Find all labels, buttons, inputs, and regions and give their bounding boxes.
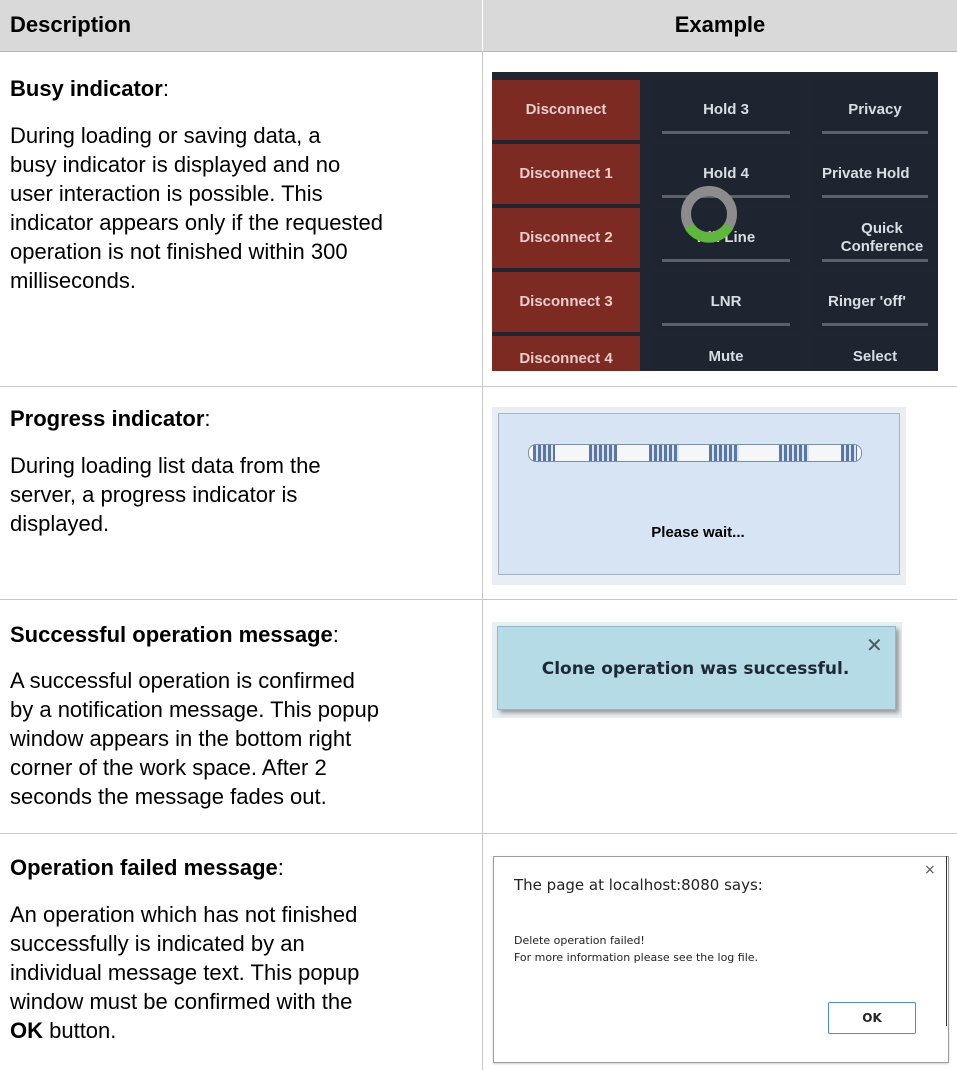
key-private-hold[interactable]: Private Hold <box>812 144 938 204</box>
column-divider <box>482 51 483 1070</box>
progress-label: Please wait... <box>651 524 745 541</box>
body-line: milliseconds. <box>10 268 136 293</box>
key-disconnect-1[interactable]: Disconnect 1 <box>492 144 640 204</box>
key-mute[interactable]: Mute <box>652 336 800 371</box>
row-title-text: Progress indicator <box>10 406 205 431</box>
body-line: window must be confirmed with the <box>10 989 353 1014</box>
success-message: Clone operation was successful. <box>541 659 850 679</box>
body-line: busy indicator is displayed and no <box>10 152 341 177</box>
dialog-message-line-2: For more information please see the log … <box>514 951 759 964</box>
busy-spinner-icon <box>681 186 737 243</box>
row-title-success: Successful operation message: <box>10 622 339 647</box>
body-line: seconds the message fades out. <box>10 784 327 809</box>
key-disconnect-2[interactable]: Disconnect 2 <box>492 208 640 268</box>
close-icon[interactable]: ✕ <box>866 633 883 657</box>
key-privacy[interactable]: Privacy <box>812 80 938 140</box>
close-icon[interactable]: × <box>924 862 936 878</box>
progress-bar <box>528 444 862 462</box>
key-ringer-off[interactable]: Ringer 'off' <box>812 272 938 332</box>
body-line: by a notification message. This popup <box>10 697 379 722</box>
body-line: A successful operation is confirmed <box>10 668 355 693</box>
row-title-text: Busy indicator <box>10 76 163 101</box>
header-example: Example <box>674 12 766 37</box>
body-line-last: OK button. <box>10 1016 475 1045</box>
row-divider <box>0 833 957 834</box>
body-line: operation is not finished within 300 <box>10 239 348 264</box>
row-divider <box>0 386 957 387</box>
ok-emphasis: OK <box>10 1018 43 1043</box>
header-description-cell: Description <box>0 0 482 52</box>
header-example-cell: Example <box>483 0 957 52</box>
row-title-failed: Operation failed message: <box>10 855 284 880</box>
body-line: corner of the work space. After 2 <box>10 755 327 780</box>
row-title-busy: Busy indicator: <box>10 76 169 101</box>
body-line: indicator appears only if the requested <box>10 210 384 235</box>
dialog-edge <box>946 856 947 1026</box>
key-disconnect-4[interactable]: Disconnect 4 <box>492 336 640 371</box>
dialog-message-line-1: Delete operation failed! <box>514 934 645 947</box>
row-body-progress: During loading list data from the server… <box>10 451 475 538</box>
key-hold-3[interactable]: Hold 3 <box>652 80 800 140</box>
header-description: Description <box>10 12 132 37</box>
key-disconnect[interactable]: Disconnect <box>492 80 640 140</box>
body-line: During loading or saving data, a <box>10 123 321 148</box>
body-line-end: button. <box>43 1018 117 1043</box>
body-line: user interaction is possible. This <box>10 181 323 206</box>
body-line: window appears in the bottom right <box>10 726 352 751</box>
key-quick-conference[interactable]: Quick Conference <box>812 208 938 268</box>
row-body-busy: During loading or saving data, a busy in… <box>10 121 475 295</box>
row-body-failed: An operation which has not finished succ… <box>10 900 475 1045</box>
body-line: successfully is indicated by an <box>10 931 305 956</box>
ok-button[interactable]: OK <box>828 1002 916 1034</box>
row-title-progress: Progress indicator: <box>10 406 211 431</box>
row-body-success: A successful operation is confirmed by a… <box>10 666 475 811</box>
dialog-title: The page at localhost:8080 says: <box>514 876 763 894</box>
body-line: server, a progress indicator is <box>10 482 298 507</box>
body-line: An operation which has not finished <box>10 902 358 927</box>
body-line: During loading list data from the <box>10 453 321 478</box>
key-select[interactable]: Select <box>812 336 938 371</box>
row-title-text: Successful operation message <box>10 622 333 647</box>
body-line: displayed. <box>10 511 110 536</box>
progress-dialog <box>498 413 900 575</box>
row-title-text: Operation failed message <box>10 855 278 880</box>
key-lnr[interactable]: LNR <box>652 272 800 332</box>
row-divider <box>0 599 957 600</box>
body-line: individual message text. This popup <box>10 960 360 985</box>
key-disconnect-3[interactable]: Disconnect 3 <box>492 272 640 332</box>
